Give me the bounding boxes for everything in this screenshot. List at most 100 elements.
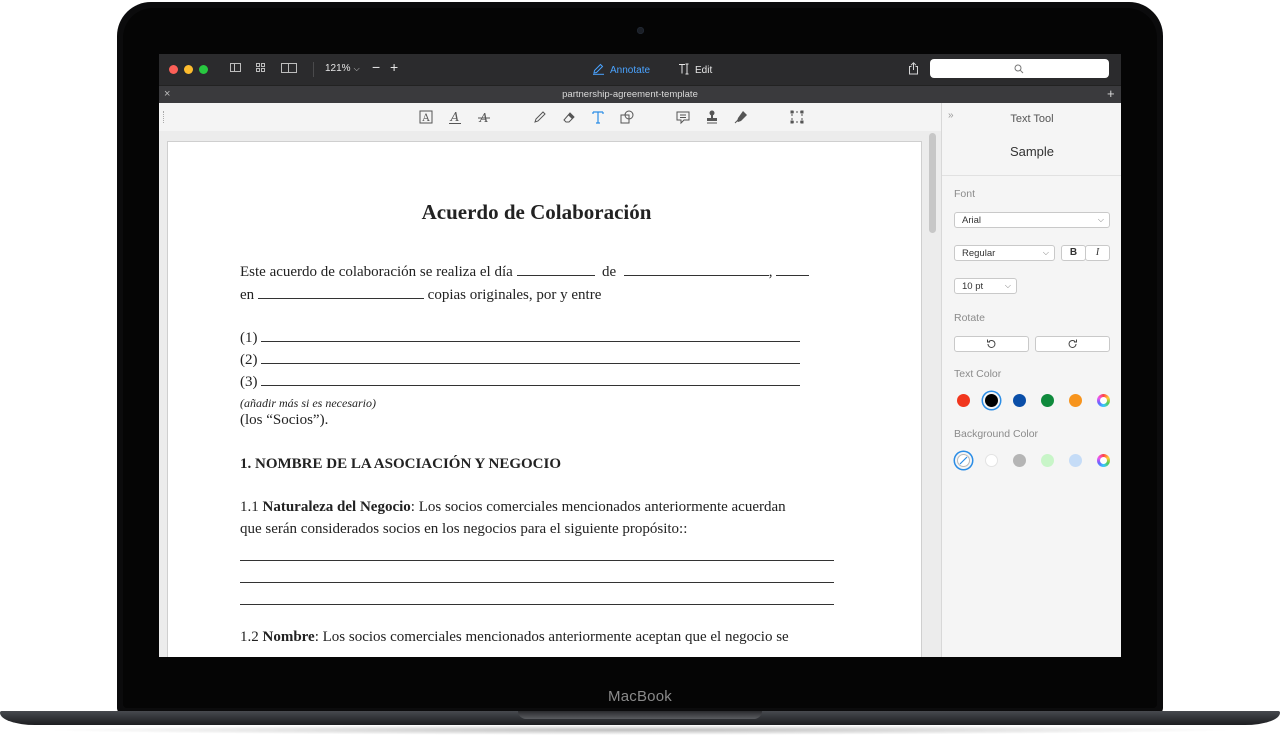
note-icon[interactable] — [675, 109, 691, 125]
zoom-in-button[interactable]: + — [390, 60, 398, 74]
intro-text: , — [768, 264, 773, 280]
laptop-notch — [518, 711, 762, 719]
party-blank[interactable] — [261, 329, 801, 342]
chevron-down-icon: ⌵ — [353, 64, 360, 73]
rotate-left-button[interactable] — [954, 336, 1029, 352]
signature-icon[interactable] — [733, 109, 749, 125]
annotation-toolbar: A A A — [159, 103, 941, 132]
font-size-select[interactable]: 10 pt ⌵ — [954, 278, 1017, 294]
device-brand-label: MacBook — [608, 688, 672, 705]
fullscreen-window-button[interactable] — [199, 65, 208, 74]
party-number: (3) — [240, 374, 258, 390]
camera-icon — [637, 27, 644, 34]
font-family-select[interactable]: Arial ⌵ — [954, 212, 1110, 228]
italic-button[interactable]: I — [1085, 245, 1110, 261]
copies-blank[interactable] — [257, 286, 424, 299]
rotate-right-button[interactable] — [1035, 336, 1110, 352]
intro-text: en — [240, 287, 255, 303]
font-label: Font — [954, 188, 976, 200]
text-color-swatch[interactable] — [1069, 394, 1082, 407]
new-tab-button[interactable]: + — [1107, 86, 1115, 101]
svg-text:A: A — [421, 113, 430, 124]
text-color-label: Text Color — [954, 368, 1002, 380]
font-style-value: Regular — [962, 248, 996, 259]
stamp-icon[interactable] — [704, 109, 720, 125]
annotate-label: Annotate — [610, 65, 651, 76]
annotate-mode-button[interactable]: Annotate — [592, 63, 650, 76]
party-number: (1) — [240, 330, 258, 346]
text-color-swatch[interactable] — [1041, 394, 1054, 407]
rotate-left-icon — [987, 339, 996, 348]
zoom-select[interactable]: 121% ⌵ — [325, 63, 360, 74]
window-toolbar: 121% ⌵ − + Annotate Edit — [159, 54, 1121, 85]
panel-divider — [942, 175, 1121, 176]
eraser-icon[interactable] — [561, 109, 577, 125]
text-color-swatch[interactable] — [985, 394, 998, 407]
clause-1-1-line-2: que serán considerados socios en los neg… — [240, 521, 688, 537]
background-color-swatch[interactable] — [1041, 454, 1054, 467]
add-more-note: (añadir más si es necesario) — [240, 396, 376, 410]
year-blank[interactable] — [776, 263, 810, 276]
selection-icon[interactable] — [789, 109, 805, 125]
party-blank[interactable] — [261, 373, 801, 386]
month-blank[interactable] — [623, 263, 769, 276]
background-custom-color-wheel[interactable] — [1097, 454, 1110, 467]
party-blank[interactable] — [261, 351, 801, 364]
background-color-swatch[interactable] — [985, 454, 998, 467]
search-input[interactable] — [930, 59, 1109, 78]
text-color-swatch[interactable] — [1013, 394, 1026, 407]
laptop-shadow — [40, 725, 1240, 735]
font-size-value: 10 pt — [962, 281, 984, 292]
party-line-1: (1) — [240, 329, 801, 347]
document-page[interactable]: Acuerdo de Colaboración Este acuerdo de … — [167, 141, 922, 657]
intro-text: Este acuerdo de colaboración se realiza … — [240, 264, 513, 280]
date-blank[interactable] — [516, 263, 595, 276]
intro-line-2: en copias originales, por y entre — [240, 286, 601, 304]
document-viewport[interactable]: Acuerdo de Colaboración Este acuerdo de … — [159, 131, 941, 657]
toolbar-grip-icon — [163, 111, 166, 123]
text-color-swatch[interactable] — [957, 394, 970, 407]
tab-document[interactable]: partnership-agreement-template — [159, 89, 1101, 100]
background-color-swatch[interactable] — [1069, 454, 1082, 467]
svg-text:A: A — [450, 110, 460, 124]
thumbnails-icon[interactable] — [256, 63, 266, 73]
text-box-icon[interactable]: A — [418, 109, 434, 125]
background-no-color-swatch[interactable] — [957, 454, 970, 467]
text-tool-panel: » Text Tool Sample Font Arial ⌵ Regular ⌵ … — [941, 103, 1121, 657]
edit-mode-button[interactable]: Edit — [678, 63, 712, 76]
tab-bar: × partnership-agreement-template + — [159, 85, 1121, 104]
strikethrough-text-icon[interactable]: A — [476, 109, 492, 125]
bold-button[interactable]: B — [1061, 245, 1086, 261]
close-window-button[interactable] — [169, 65, 178, 74]
purpose-blank[interactable] — [240, 604, 834, 605]
font-family-value: Arial — [962, 215, 982, 226]
chevron-down-icon: ⌵ — [1004, 281, 1011, 290]
rotate-right-icon — [1068, 339, 1077, 348]
zoom-out-button[interactable]: − — [372, 60, 380, 74]
party-line-3: (3) — [240, 373, 801, 391]
font-style-select[interactable]: Regular ⌵ — [954, 245, 1055, 261]
intro-line-1: Este acuerdo de colaboración se realiza … — [240, 263, 810, 281]
minimize-window-button[interactable] — [184, 65, 193, 74]
party-number: (2) — [240, 352, 258, 368]
text-tool-icon[interactable] — [590, 109, 606, 125]
share-icon[interactable] — [908, 62, 919, 80]
clause-title: Nombre — [262, 629, 315, 645]
two-page-view-icon[interactable] — [281, 63, 297, 73]
underline-text-icon[interactable]: A — [447, 109, 463, 125]
rotate-label: Rotate — [954, 312, 985, 324]
background-color-swatch[interactable] — [1013, 454, 1026, 467]
shapes-icon[interactable] — [619, 109, 635, 125]
vertical-scrollbar[interactable] — [929, 133, 936, 233]
purpose-blank[interactable] — [240, 560, 834, 561]
background-color-label: Background Color — [954, 428, 1039, 440]
pencil-icon[interactable] — [532, 109, 548, 125]
toolbar-divider — [313, 62, 314, 77]
party-line-2: (2) — [240, 351, 801, 369]
purpose-blank[interactable] — [240, 582, 834, 583]
sidebar-toggle-icon[interactable] — [230, 63, 241, 72]
clause-1-1: 1.1 Naturaleza del Negocio: Los socios c… — [240, 499, 786, 516]
text-custom-color-wheel[interactable] — [1097, 394, 1110, 407]
edit-label: Edit — [695, 65, 713, 76]
intro-text: copias originales, por y entre — [427, 287, 602, 303]
